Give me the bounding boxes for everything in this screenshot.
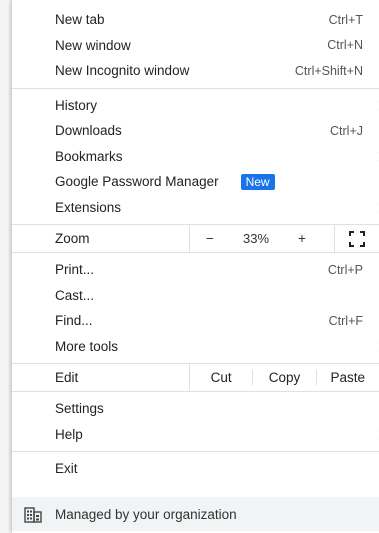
- menu-item-label: Print...: [55, 262, 95, 278]
- managed-label: Managed by your organization: [55, 506, 237, 522]
- menu-item-new-tab[interactable]: New tab Ctrl+T: [12, 7, 379, 33]
- menu-item-cast[interactable]: Cast...: [12, 283, 379, 309]
- menu-item-shortcut: Ctrl+Shift+N: [294, 63, 363, 78]
- menu-item-shortcut: Ctrl+P: [327, 262, 363, 277]
- cut-button[interactable]: Cut: [190, 370, 252, 385]
- menu-item-settings[interactable]: Settings: [12, 396, 379, 422]
- menu-item-label: History: [55, 97, 98, 113]
- chevron-right-icon: [374, 100, 379, 111]
- zoom-level: 33%: [242, 231, 270, 246]
- menu-item-extensions[interactable]: Extensions: [12, 195, 379, 221]
- menu-item-label: Bookmarks: [55, 148, 123, 164]
- zoom-row: Zoom − 33% +: [12, 225, 379, 252]
- page-background: [0, 0, 12, 533]
- fullscreen-button[interactable]: [334, 225, 379, 252]
- menu-separator: [12, 451, 379, 452]
- new-badge: New: [240, 173, 275, 190]
- chrome-menu: New tab Ctrl+T New window Ctrl+N New Inc…: [12, 0, 379, 533]
- zoom-in-button[interactable]: +: [282, 231, 322, 246]
- chevron-right-icon: [374, 341, 379, 352]
- zoom-out-button[interactable]: −: [190, 231, 230, 246]
- paste-button[interactable]: Paste: [315, 370, 379, 385]
- managed-by-org[interactable]: Managed by your organization: [12, 497, 379, 531]
- menu-separator: [12, 391, 379, 392]
- menu-item-label: Find...: [55, 313, 93, 329]
- menu-item-label-wrap: Google Password Manager New: [55, 174, 363, 190]
- edit-label: Edit: [12, 364, 190, 391]
- building-icon: [24, 507, 42, 523]
- menu-item-new-incognito-window[interactable]: New Incognito window Ctrl+Shift+N: [12, 58, 379, 84]
- menu-item-bookmarks[interactable]: Bookmarks: [12, 144, 379, 170]
- chevron-right-icon: [374, 429, 379, 440]
- menu-separator: [12, 252, 379, 253]
- menu-item-history[interactable]: History: [12, 93, 379, 119]
- menu-item-find[interactable]: Find... Ctrl+F: [12, 308, 379, 334]
- edit-row: Edit Cut Copy Paste: [12, 364, 379, 391]
- edit-controls: Cut Copy Paste: [190, 364, 379, 391]
- menu-item-label: Settings: [55, 401, 104, 417]
- menu-item-new-window[interactable]: New window Ctrl+N: [12, 33, 379, 59]
- menu-item-label: New window: [55, 37, 131, 53]
- menu-item-label: New Incognito window: [55, 63, 190, 79]
- menu-item-label: New tab: [55, 12, 105, 28]
- menu-item-shortcut: Ctrl+N: [327, 38, 363, 53]
- menu-item-help[interactable]: Help: [12, 422, 379, 448]
- copy-button[interactable]: Copy: [252, 370, 315, 385]
- menu-item-label: Help: [55, 426, 83, 442]
- menu-item-label: Downloads: [55, 123, 122, 139]
- menu-item-exit[interactable]: Exit: [12, 456, 379, 482]
- zoom-controls: − 33% +: [190, 225, 379, 252]
- fullscreen-icon: [349, 230, 365, 247]
- menu-item-label: More tools: [55, 338, 119, 354]
- menu-item-shortcut: Ctrl+T: [328, 12, 363, 27]
- menu-item-label: Exit: [55, 461, 78, 477]
- menu-item-label: Extensions: [55, 199, 122, 215]
- menu-item-more-tools[interactable]: More tools: [12, 334, 379, 360]
- menu-item-print[interactable]: Print... Ctrl+P: [12, 257, 379, 283]
- menu-item-shortcut: Ctrl+J: [330, 123, 363, 138]
- menu-item-label: Google Password Manager: [55, 173, 219, 189]
- chevron-right-icon: [374, 202, 379, 213]
- zoom-label: Zoom: [12, 225, 190, 252]
- menu-item-label: Cast...: [55, 287, 95, 303]
- menu-item-password-manager[interactable]: Google Password Manager New: [12, 169, 379, 195]
- menu-item-downloads[interactable]: Downloads Ctrl+J: [12, 118, 379, 144]
- menu-separator: [12, 87, 379, 89]
- chevron-right-icon: [374, 151, 379, 162]
- menu-item-shortcut: Ctrl+F: [328, 313, 363, 328]
